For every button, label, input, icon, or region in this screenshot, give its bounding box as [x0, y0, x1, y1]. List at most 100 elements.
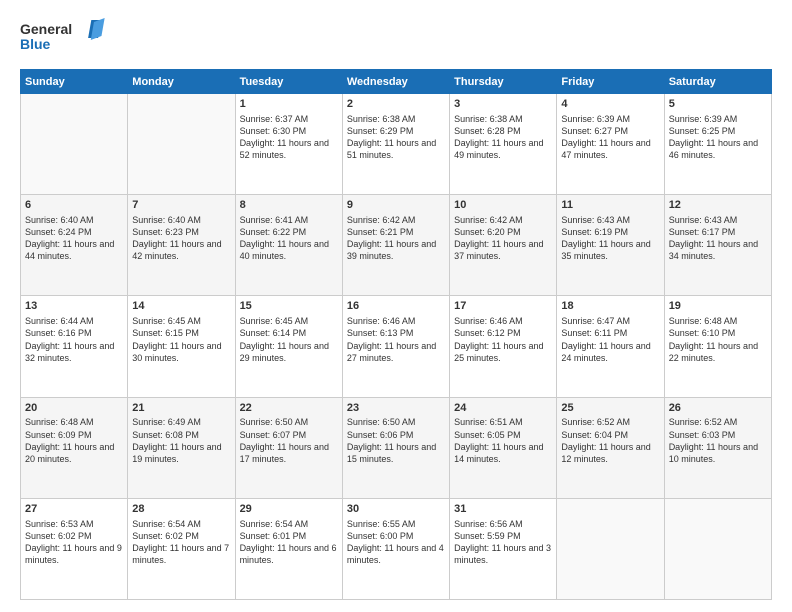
calendar-cell [128, 94, 235, 195]
cell-text: Sunrise: 6:40 AM [25, 214, 123, 226]
cell-text: Sunrise: 6:39 AM [669, 113, 767, 125]
cell-text: Sunrise: 6:42 AM [347, 214, 445, 226]
header-day-monday: Monday [128, 70, 235, 94]
day-number: 28 [132, 502, 230, 517]
cell-text: Sunrise: 6:54 AM [132, 518, 230, 530]
day-number: 19 [669, 299, 767, 314]
cell-text: Daylight: 11 hours and 30 minutes. [132, 340, 230, 364]
cell-text: Sunset: 6:17 PM [669, 226, 767, 238]
cell-text: Sunset: 6:28 PM [454, 125, 552, 137]
logo-svg: General Blue [20, 16, 110, 56]
calendar-body: 1Sunrise: 6:37 AMSunset: 6:30 PMDaylight… [21, 94, 772, 600]
header: General Blue [20, 16, 772, 61]
calendar-cell: 24Sunrise: 6:51 AMSunset: 6:05 PMDayligh… [450, 397, 557, 498]
week-row-1: 1Sunrise: 6:37 AMSunset: 6:30 PMDaylight… [21, 94, 772, 195]
cell-text: Sunset: 6:13 PM [347, 327, 445, 339]
cell-text: Daylight: 11 hours and 12 minutes. [561, 441, 659, 465]
cell-text: Daylight: 11 hours and 44 minutes. [25, 238, 123, 262]
cell-text: Sunset: 6:24 PM [25, 226, 123, 238]
calendar-cell: 9Sunrise: 6:42 AMSunset: 6:21 PMDaylight… [342, 195, 449, 296]
day-number: 13 [25, 299, 123, 314]
cell-text: Sunset: 6:12 PM [454, 327, 552, 339]
day-number: 18 [561, 299, 659, 314]
cell-text: Sunrise: 6:48 AM [669, 315, 767, 327]
cell-text: Sunrise: 6:42 AM [454, 214, 552, 226]
cell-text: Daylight: 11 hours and 29 minutes. [240, 340, 338, 364]
cell-text: Sunset: 6:14 PM [240, 327, 338, 339]
cell-text: Sunrise: 6:51 AM [454, 416, 552, 428]
calendar-cell: 27Sunrise: 6:53 AMSunset: 6:02 PMDayligh… [21, 498, 128, 599]
cell-text: Daylight: 11 hours and 14 minutes. [454, 441, 552, 465]
day-number: 7 [132, 198, 230, 213]
cell-text: Daylight: 11 hours and 27 minutes. [347, 340, 445, 364]
cell-text: Sunrise: 6:43 AM [669, 214, 767, 226]
day-number: 23 [347, 401, 445, 416]
cell-text: Sunrise: 6:44 AM [25, 315, 123, 327]
cell-text: Sunset: 6:06 PM [347, 429, 445, 441]
day-number: 22 [240, 401, 338, 416]
day-number: 2 [347, 97, 445, 112]
cell-text: Daylight: 11 hours and 25 minutes. [454, 340, 552, 364]
week-row-2: 6Sunrise: 6:40 AMSunset: 6:24 PMDaylight… [21, 195, 772, 296]
calendar-cell [21, 94, 128, 195]
cell-text: Sunset: 6:02 PM [132, 530, 230, 542]
calendar-cell: 20Sunrise: 6:48 AMSunset: 6:09 PMDayligh… [21, 397, 128, 498]
calendar-cell: 14Sunrise: 6:45 AMSunset: 6:15 PMDayligh… [128, 296, 235, 397]
cell-text: Sunset: 6:29 PM [347, 125, 445, 137]
cell-text: Sunset: 6:23 PM [132, 226, 230, 238]
cell-text: Daylight: 11 hours and 24 minutes. [561, 340, 659, 364]
cell-text: Sunrise: 6:53 AM [25, 518, 123, 530]
day-number: 17 [454, 299, 552, 314]
day-number: 26 [669, 401, 767, 416]
cell-text: Daylight: 11 hours and 6 minutes. [240, 542, 338, 566]
cell-text: Sunset: 6:10 PM [669, 327, 767, 339]
day-number: 20 [25, 401, 123, 416]
calendar-cell: 4Sunrise: 6:39 AMSunset: 6:27 PMDaylight… [557, 94, 664, 195]
calendar-cell: 11Sunrise: 6:43 AMSunset: 6:19 PMDayligh… [557, 195, 664, 296]
svg-text:Blue: Blue [20, 36, 51, 52]
cell-text: Sunset: 6:04 PM [561, 429, 659, 441]
calendar-cell: 18Sunrise: 6:47 AMSunset: 6:11 PMDayligh… [557, 296, 664, 397]
day-number: 12 [669, 198, 767, 213]
cell-text: Daylight: 11 hours and 34 minutes. [669, 238, 767, 262]
cell-text: Daylight: 11 hours and 17 minutes. [240, 441, 338, 465]
cell-text: Daylight: 11 hours and 22 minutes. [669, 340, 767, 364]
cell-text: Sunrise: 6:37 AM [240, 113, 338, 125]
cell-text: Daylight: 11 hours and 37 minutes. [454, 238, 552, 262]
cell-text: Sunrise: 6:50 AM [347, 416, 445, 428]
cell-text: Sunset: 6:15 PM [132, 327, 230, 339]
cell-text: Sunset: 6:08 PM [132, 429, 230, 441]
cell-text: Sunset: 6:01 PM [240, 530, 338, 542]
cell-text: Sunset: 5:59 PM [454, 530, 552, 542]
cell-text: Sunrise: 6:38 AM [347, 113, 445, 125]
cell-text: Sunrise: 6:55 AM [347, 518, 445, 530]
cell-text: Daylight: 11 hours and 9 minutes. [25, 542, 123, 566]
day-number: 9 [347, 198, 445, 213]
calendar-cell: 23Sunrise: 6:50 AMSunset: 6:06 PMDayligh… [342, 397, 449, 498]
calendar-cell: 5Sunrise: 6:39 AMSunset: 6:25 PMDaylight… [664, 94, 771, 195]
cell-text: Daylight: 11 hours and 32 minutes. [25, 340, 123, 364]
calendar-cell: 15Sunrise: 6:45 AMSunset: 6:14 PMDayligh… [235, 296, 342, 397]
cell-text: Daylight: 11 hours and 46 minutes. [669, 137, 767, 161]
calendar-cell: 10Sunrise: 6:42 AMSunset: 6:20 PMDayligh… [450, 195, 557, 296]
cell-text: Sunrise: 6:43 AM [561, 214, 659, 226]
cell-text: Sunrise: 6:45 AM [132, 315, 230, 327]
cell-text: Sunset: 6:19 PM [561, 226, 659, 238]
calendar-cell: 8Sunrise: 6:41 AMSunset: 6:22 PMDaylight… [235, 195, 342, 296]
day-number: 10 [454, 198, 552, 213]
cell-text: Sunrise: 6:46 AM [347, 315, 445, 327]
calendar-cell: 16Sunrise: 6:46 AMSunset: 6:13 PMDayligh… [342, 296, 449, 397]
cell-text: Sunset: 6:07 PM [240, 429, 338, 441]
cell-text: Sunset: 6:03 PM [669, 429, 767, 441]
cell-text: Sunrise: 6:46 AM [454, 315, 552, 327]
cell-text: Sunrise: 6:52 AM [669, 416, 767, 428]
calendar-cell [664, 498, 771, 599]
cell-text: Sunset: 6:22 PM [240, 226, 338, 238]
day-number: 30 [347, 502, 445, 517]
cell-text: Sunset: 6:21 PM [347, 226, 445, 238]
calendar-cell: 22Sunrise: 6:50 AMSunset: 6:07 PMDayligh… [235, 397, 342, 498]
cell-text: Daylight: 11 hours and 35 minutes. [561, 238, 659, 262]
day-number: 21 [132, 401, 230, 416]
cell-text: Sunrise: 6:48 AM [25, 416, 123, 428]
week-row-3: 13Sunrise: 6:44 AMSunset: 6:16 PMDayligh… [21, 296, 772, 397]
